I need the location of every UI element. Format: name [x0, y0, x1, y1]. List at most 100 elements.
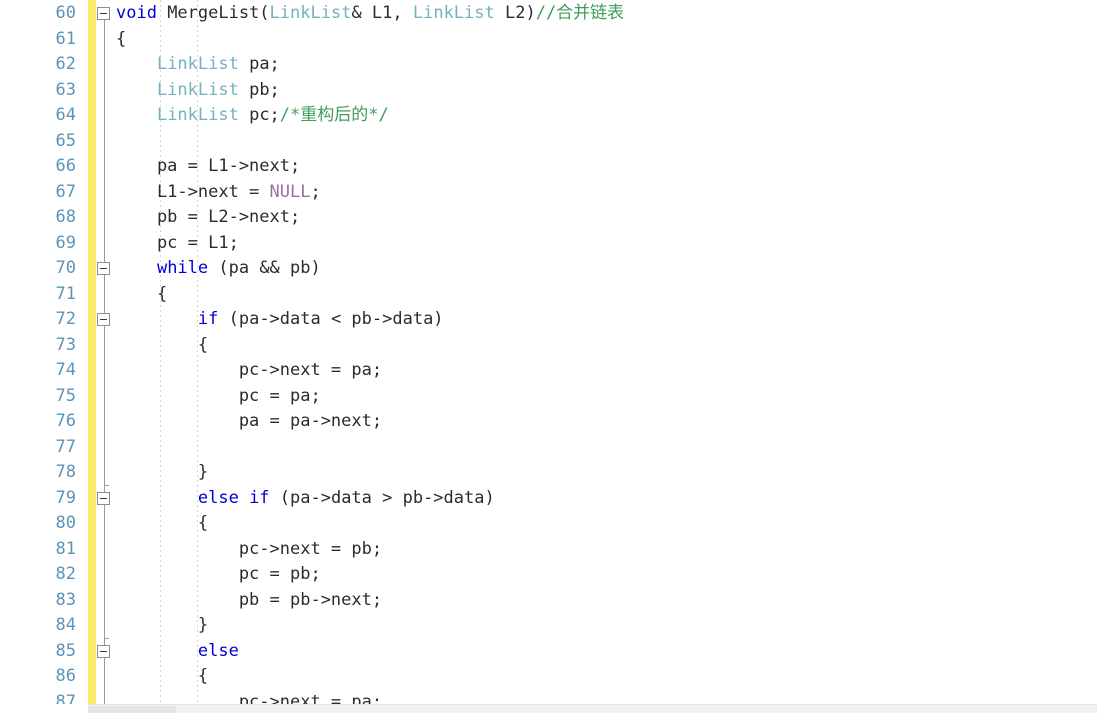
code-line[interactable]: if (pa->data < pb->data) [116, 307, 444, 333]
code-line[interactable]: LinkList pa; [116, 52, 280, 78]
code-line[interactable]: while (pa && pb) [116, 256, 321, 282]
line-number: 66 [55, 156, 76, 176]
code-line[interactable]: pc->next = pa; [116, 358, 382, 384]
horizontal-scrollbar[interactable] [0, 704, 1097, 713]
modified-lines-bar [88, 0, 96, 704]
fold-toggle-minus-icon[interactable] [97, 7, 110, 20]
line-number: 73 [55, 334, 76, 355]
code-token-punct: } [116, 615, 209, 635]
code-token-plain: pb = pb->next; [116, 589, 383, 610]
fold-toggle-minus-icon[interactable] [97, 313, 110, 326]
code-token-kw: while [156, 258, 209, 278]
fold-toggle-minus-icon[interactable] [97, 262, 110, 275]
code-line[interactable]: pc = pb; [116, 562, 321, 588]
line-number: 62 [55, 54, 76, 74]
line-number: 63 [55, 79, 76, 100]
line-number: 86 [55, 666, 76, 686]
fold-region-line [104, 657, 105, 704]
code-token-plain: (pa && pb) [208, 258, 321, 278]
code-token-type: LinkList [156, 54, 239, 74]
code-line[interactable]: { [116, 664, 208, 690]
code-line[interactable]: LinkList pb; [116, 78, 280, 104]
line-number: 64 [55, 105, 76, 125]
code-token-kw: else if [197, 487, 270, 508]
code-token-plain: pc = pa; [116, 385, 321, 406]
line-number: 75 [55, 385, 76, 406]
line-number: 82 [55, 564, 76, 584]
code-line[interactable]: { [116, 511, 208, 537]
code-token-kw: void [116, 3, 157, 23]
fold-region-end-tick [104, 484, 109, 486]
line-number: 84 [55, 615, 76, 635]
line-number: 68 [55, 207, 76, 227]
fold-toggle-minus-icon[interactable] [97, 491, 110, 505]
code-line[interactable]: pb = pb->next; [116, 588, 382, 614]
line-number: 67 [55, 181, 76, 202]
code-line[interactable]: LinkList pc;/*重构后的*/ [116, 103, 389, 129]
code-token-type: LinkList [269, 3, 352, 23]
code-token-type: LinkList [156, 79, 239, 100]
code-token-plain: L2) [494, 3, 536, 23]
line-number: 70 [55, 258, 76, 278]
code-token-punct: { [116, 666, 209, 686]
code-line[interactable]: pa = L1->next; [116, 154, 300, 180]
code-line[interactable]: pc->next = pb; [116, 537, 382, 563]
line-number: 72 [55, 309, 76, 329]
code-line[interactable]: else [116, 639, 239, 665]
line-number: 80 [55, 513, 76, 533]
fold-region-line [104, 504, 105, 639]
code-surface[interactable]: void MergeList(LinkList& L1, LinkList L2… [112, 0, 1097, 712]
line-number: 61 [55, 28, 76, 49]
code-token-plain: L1->next = [116, 181, 270, 202]
code-line[interactable]: } [116, 460, 208, 486]
line-number: 60 [55, 3, 76, 23]
code-line[interactable]: { [116, 282, 167, 308]
code-token-plain: (pa->data < pb->data) [218, 309, 444, 329]
code-token-plain: pc->next = pb; [116, 538, 383, 559]
code-token-plain: ; [310, 181, 321, 202]
code-token-punct: { [116, 334, 209, 355]
code-line[interactable]: pc = pa; [116, 384, 321, 410]
fold-toggle-minus-icon[interactable] [97, 644, 110, 658]
line-number: 85 [55, 640, 76, 661]
code-token-plain: pb = L2->next; [116, 207, 301, 227]
line-number: 77 [55, 436, 76, 457]
code-line[interactable]: pb = L2->next; [116, 205, 300, 231]
code-line[interactable]: { [116, 333, 208, 359]
code-editor: void MergeList(LinkList& L1, LinkList L2… [0, 0, 1097, 713]
fold-region-line [104, 326, 105, 486]
code-line[interactable]: else if (pa->data > pb->data) [116, 486, 495, 512]
code-token-plain: pc->next = pa; [116, 360, 383, 380]
code-line[interactable]: pa = pa->next; [116, 409, 382, 435]
line-number: 69 [55, 232, 76, 253]
code-folding-gutter[interactable] [96, 0, 116, 713]
code-token-plain: pc = pb; [116, 564, 321, 584]
code-line[interactable]: } [116, 613, 208, 639]
line-number: 65 [55, 130, 76, 151]
code-line[interactable]: pc = L1; [116, 231, 239, 257]
line-number-gutter[interactable]: 60 61 62 63 64 65 66 67 68 69 70 71 72 73 74 75 76 77 78 79… [0, 0, 88, 713]
code-token-macro: NULL [269, 181, 311, 202]
line-number: 79 [55, 487, 76, 508]
code-token-plain: pb; [238, 79, 280, 100]
code-token-plain: pc; [238, 105, 280, 125]
code-token-comment: //合并链表 [535, 3, 625, 23]
code-token-plain: pa = L1->next; [116, 156, 301, 176]
code-token-punct: { [116, 28, 127, 49]
code-token-kw: if [197, 309, 219, 329]
code-token-plain: (pa->data > pb->data) [269, 487, 495, 508]
fold-region-end-tick [104, 637, 109, 639]
scrollbar-gutter-gap [0, 704, 88, 713]
code-line[interactable]: void MergeList(LinkList& L1, LinkList L2… [116, 1, 624, 27]
code-token-plain: MergeList( [156, 3, 270, 23]
code-token-punct: { [116, 513, 209, 533]
code-line[interactable]: L1->next = NULL; [116, 180, 321, 206]
code-line[interactable]: { [116, 27, 126, 53]
code-token-type: LinkList [156, 105, 239, 125]
